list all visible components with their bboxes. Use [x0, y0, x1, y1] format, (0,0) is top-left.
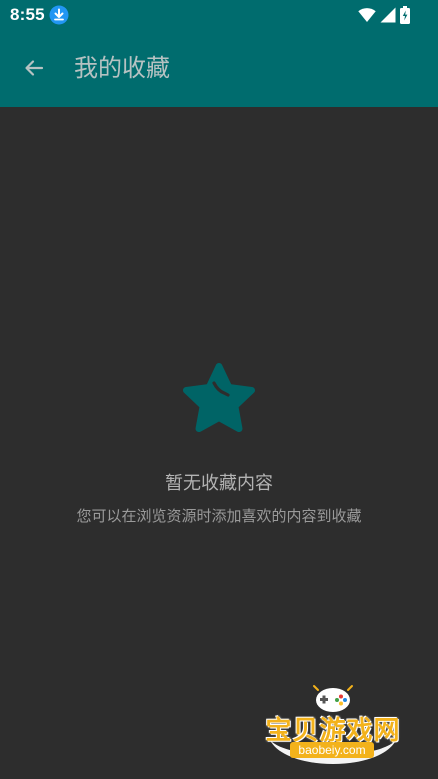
page-title: 我的收藏 [74, 54, 170, 82]
arrow-left-icon [25, 60, 44, 76]
status-time: 8:55 [10, 5, 45, 24]
empty-title: 暂无收藏内容 [165, 473, 273, 494]
watermark: 宝贝游戏网 baobeiy.com [262, 684, 404, 774]
wifi-icon [358, 8, 376, 22]
empty-subtitle: 您可以在浏览资源时添加喜欢的内容到收藏 [76, 507, 362, 525]
empty-state: 暂无收藏内容 您可以在浏览资源时添加喜欢的内容到收藏 [0, 360, 438, 526]
signal-icon [380, 7, 396, 23]
battery-charging-icon [400, 6, 410, 24]
watermark-url: baobeiy.com [290, 742, 374, 758]
download-icon [49, 5, 69, 25]
back-button[interactable] [16, 50, 52, 86]
star-icon [183, 363, 255, 433]
status-icons [358, 6, 410, 24]
app-bar: 我的收藏 [0, 30, 438, 107]
status-bar: 8:55 [0, 0, 438, 30]
